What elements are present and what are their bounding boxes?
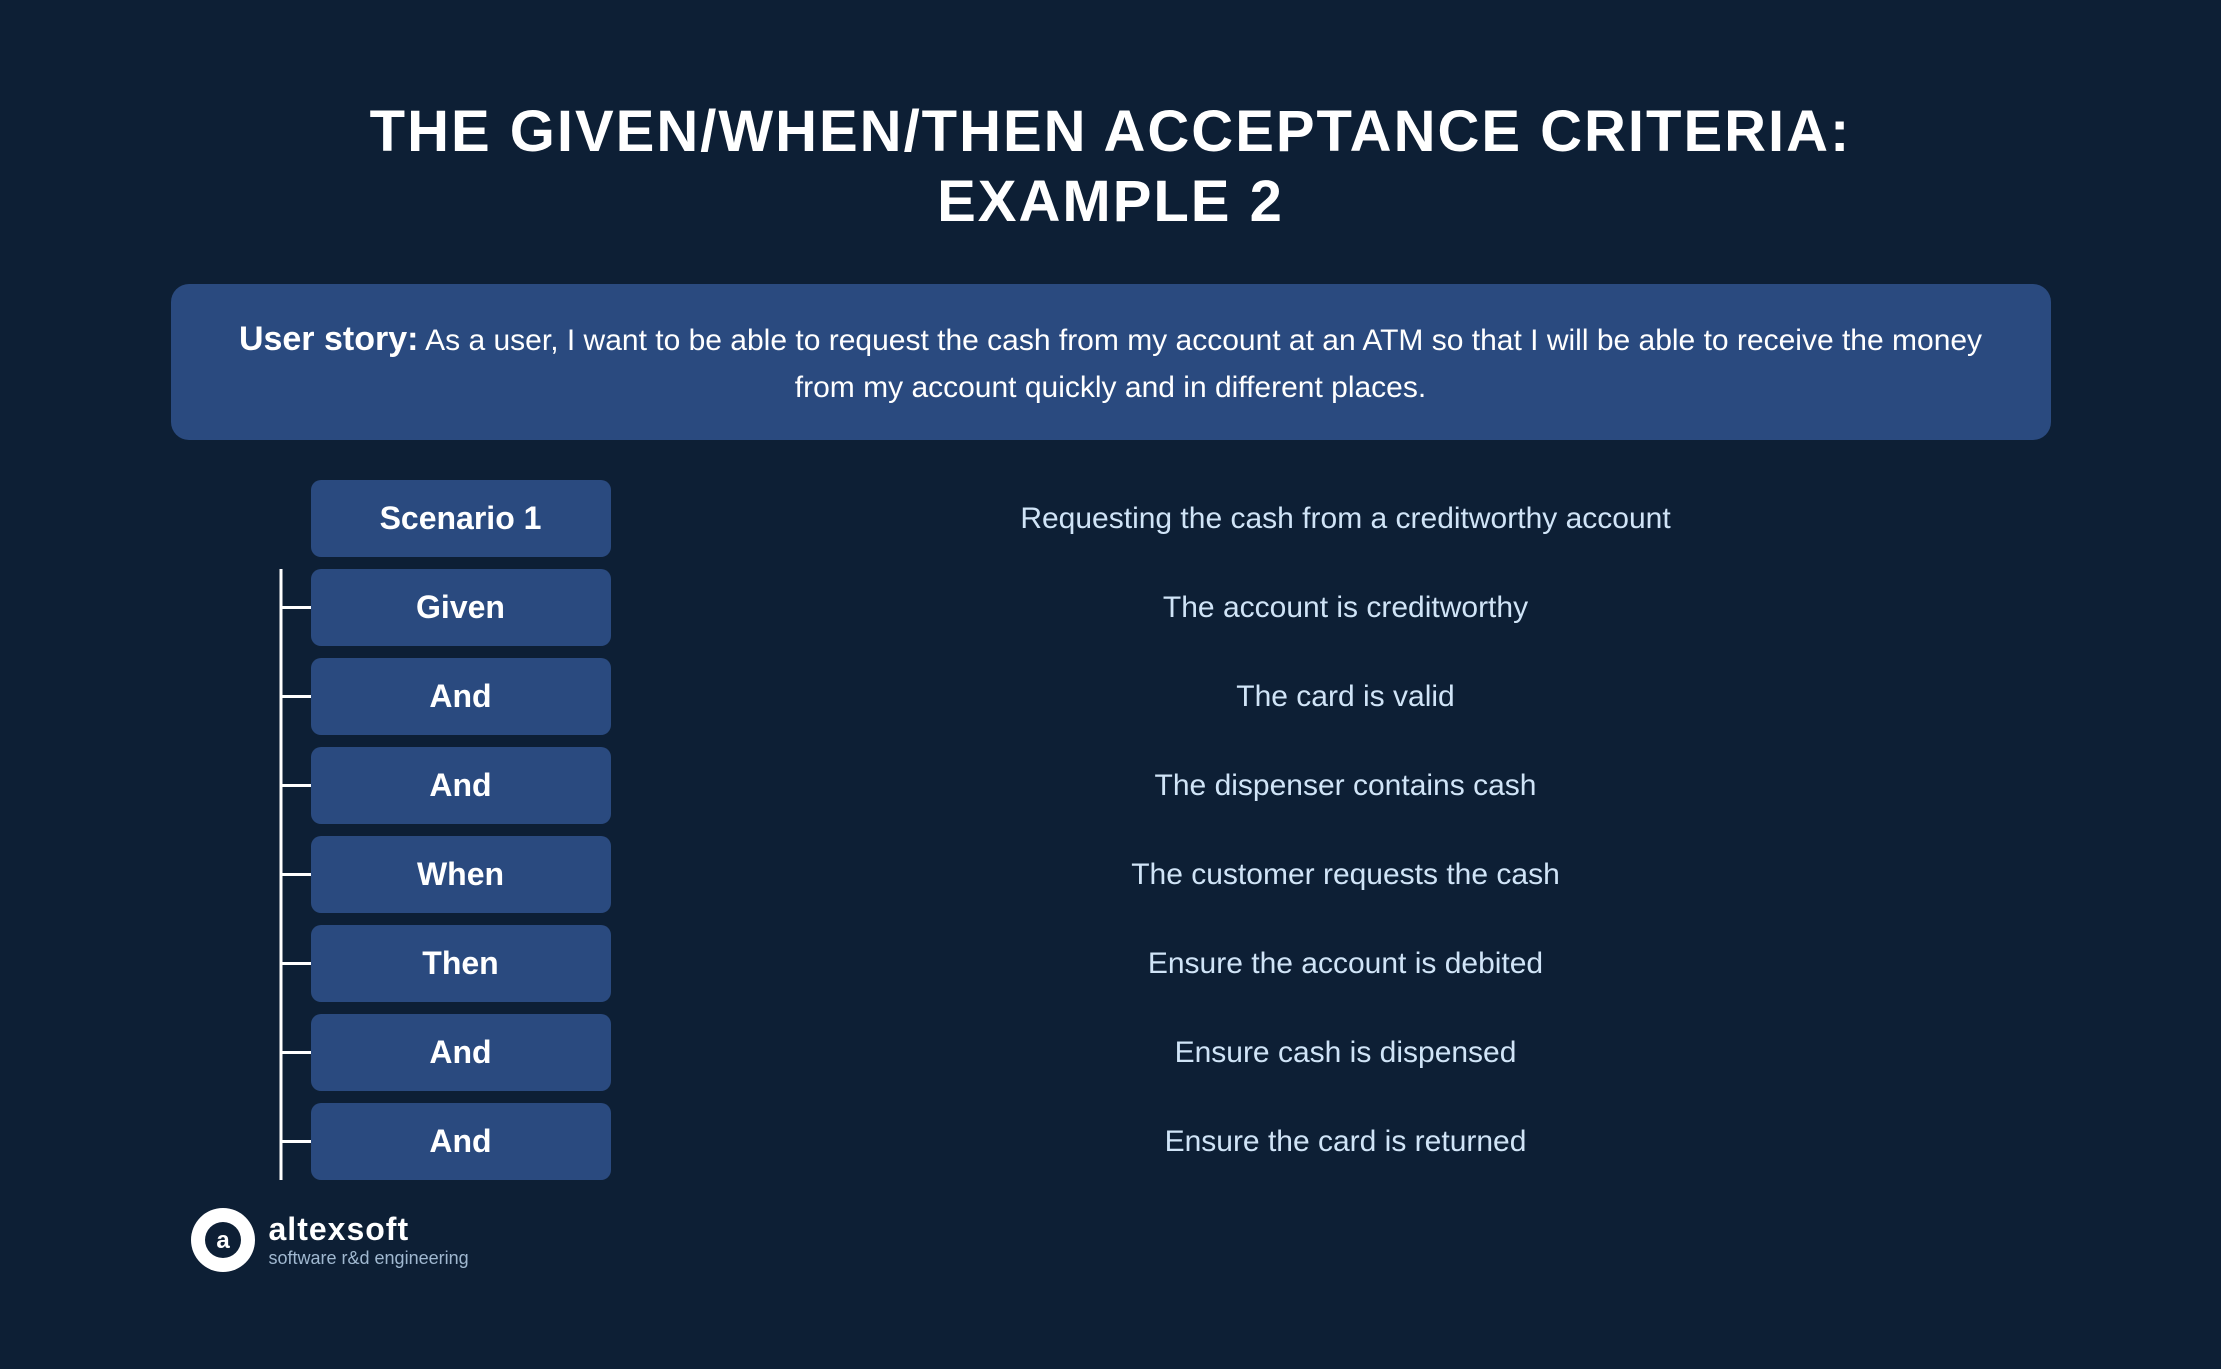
keyword-when-3: When [311,836,611,913]
description-2: The dispenser contains cash [641,751,2051,821]
keyword-then-4: Then [311,925,611,1002]
keyword-and-2: And [311,747,611,824]
description-4: Ensure the account is debited [641,929,2051,999]
criteria-row-5: And Ensure cash is dispensed [311,1014,2051,1091]
description-5: Ensure cash is dispensed [641,1018,2051,1088]
criteria-row-4: Then Ensure the account is debited [311,925,2051,1002]
main-container: THE GIVEN/WHEN/THEN ACCEPTANCE CRITERIA:… [111,57,2111,1312]
keyword-and-6: And [311,1103,611,1180]
tagline: software r&d engineering [269,1248,469,1269]
description-0: The account is creditworthy [641,573,2051,643]
description-1: The card is valid [641,662,2051,732]
logo-area: a altexsoft software r&d engineering [171,1208,2051,1272]
bracketed-rows: Given The account is creditworthy And The c… [251,569,2051,1180]
scenario-row: Scenario 1 Requesting the cash from a cr… [311,480,2051,557]
description-3: The customer requests the cash [641,840,2051,910]
user-story-text: As a user, I want to be able to request … [418,324,1982,404]
page-title: THE GIVEN/WHEN/THEN ACCEPTANCE CRITERIA:… [171,97,2051,236]
user-story-box: User story: As a user, I want to be able… [171,284,2051,440]
logo-text: altexsoft software r&d engineering [269,1211,469,1269]
criteria-row-3: When The customer requests the cash [311,836,2051,913]
company-name: altexsoft [269,1211,469,1248]
criteria-row-6: And Ensure the card is returned [311,1103,2051,1180]
criteria-row-2: And The dispenser contains cash [311,747,2051,824]
criteria-row-0: Given The account is creditworthy [311,569,2051,646]
logo-icon: a [191,1208,255,1272]
description-6: Ensure the card is returned [641,1107,2051,1177]
user-story-label: User story: [239,320,419,358]
keyword-given-0: Given [311,569,611,646]
scenario-button: Scenario 1 [311,480,611,557]
keyword-and-5: And [311,1014,611,1091]
criteria-row-1: And The card is valid [311,658,2051,735]
scenario-description: Requesting the cash from a creditworthy … [641,484,2051,554]
svg-text:a: a [216,1227,230,1254]
keyword-and-1: And [311,658,611,735]
